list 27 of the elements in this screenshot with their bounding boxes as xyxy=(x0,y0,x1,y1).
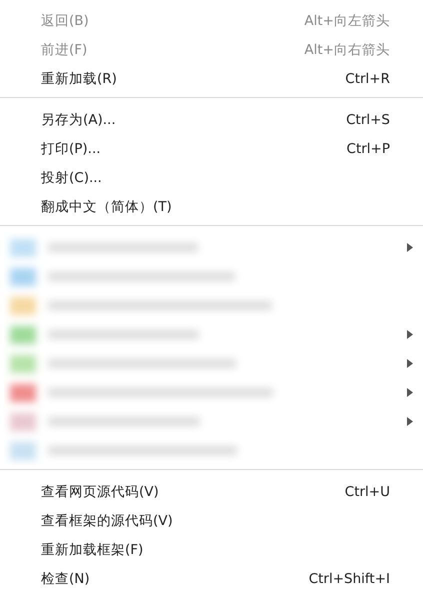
menu-item-label: 查看网页源代码(V) xyxy=(41,482,159,500)
menu-item[interactable]: 打印(P)... Ctrl+P xyxy=(0,134,423,163)
menu-item-label: 打印(P)... xyxy=(41,140,101,158)
menu-item-label: 重新加载框架(F) xyxy=(41,540,144,558)
menu-item-label: 重新加载(R) xyxy=(41,70,117,88)
menu-item-label: 翻成中文（简体）(T) xyxy=(41,198,172,216)
menu-item[interactable]: 检查(N) Ctrl+Shift+I xyxy=(0,564,423,593)
menu-item-label: 检查(N) xyxy=(41,570,90,588)
shortcut-text: Ctrl+U xyxy=(344,484,390,500)
menu-item-label: 返回(B) xyxy=(41,12,89,30)
shortcut-text: Ctrl+Shift+I xyxy=(308,570,390,586)
menu-item[interactable]: 重新加载框架(F) xyxy=(0,535,423,564)
shortcut-text: Ctrl+S xyxy=(346,112,390,128)
shortcut-text: Alt+向右箭头 xyxy=(304,40,390,58)
menu-item-label: 查看框架的源代码(V) xyxy=(41,512,173,530)
menu-item[interactable]: 投射(C)... xyxy=(0,163,423,192)
menu-item-label: 前进(F) xyxy=(41,40,88,58)
menu-item-label: 另存为(A)... xyxy=(41,110,116,128)
menu-item[interactable]: 另存为(A)... Ctrl+S xyxy=(0,105,423,134)
menu-item-label: 投射(C)... xyxy=(41,168,102,186)
shortcut-text: Alt+向左箭头 xyxy=(304,12,390,30)
shortcut-text: Ctrl+R xyxy=(345,70,390,86)
menu-item[interactable]: 查看框架的源代码(V) xyxy=(0,506,423,535)
menu-item[interactable]: 重新加载(R) Ctrl+R xyxy=(0,64,423,93)
shortcut-text: Ctrl+P xyxy=(346,140,390,156)
menu-item[interactable]: 翻成中文（简体）(T) xyxy=(0,192,423,221)
menu-item[interactable]: 查看网页源代码(V) Ctrl+U xyxy=(0,477,423,506)
